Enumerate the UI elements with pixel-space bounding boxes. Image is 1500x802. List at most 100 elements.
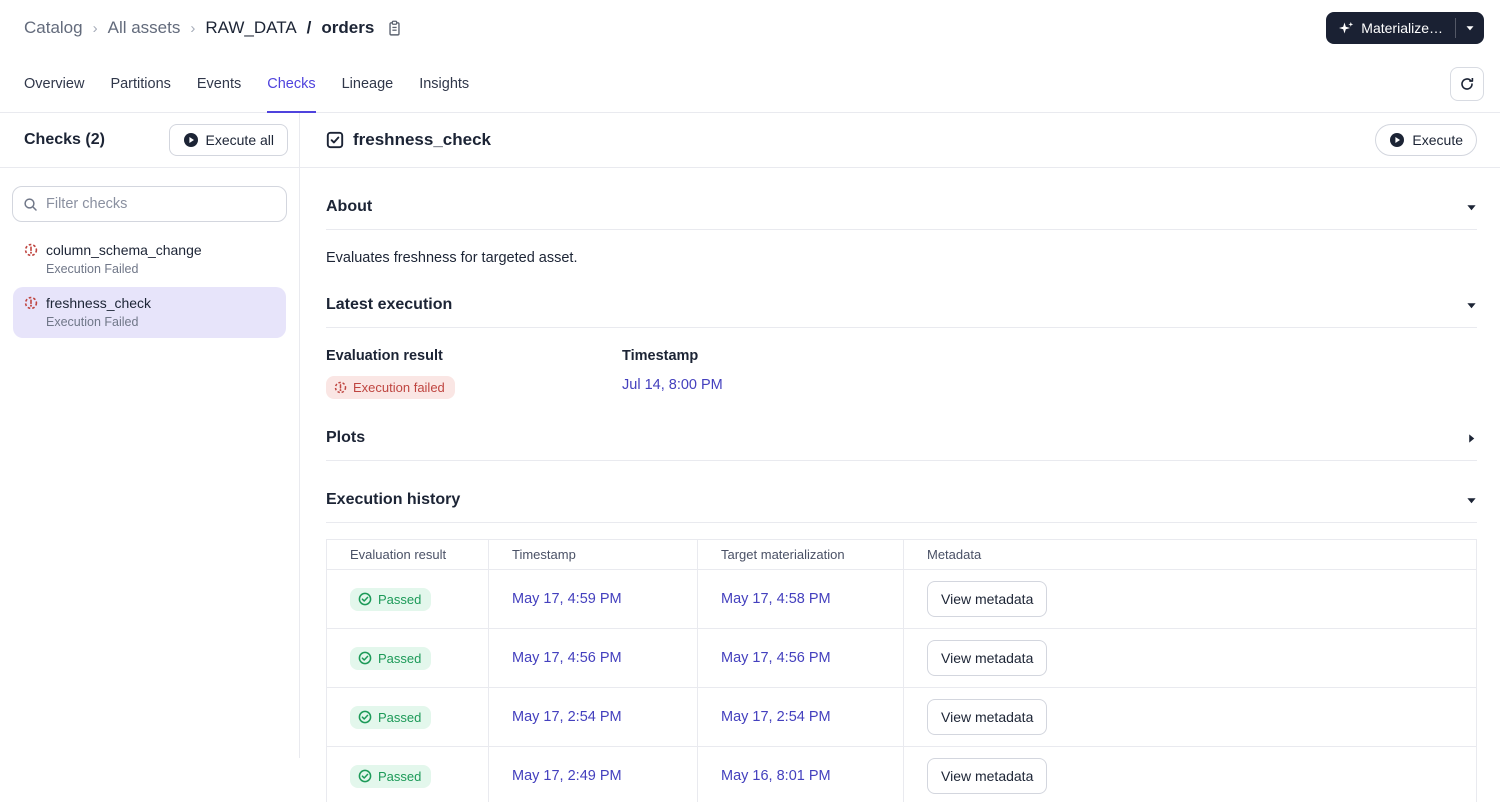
check-square-icon [326, 131, 344, 149]
latest-execution-fields: Evaluation result Execution failed Times… [326, 348, 1477, 399]
content-area: Checks (2) Execute all Filter checks col… [0, 113, 1500, 802]
check-name: freshness_check [46, 295, 152, 311]
about-description: Evaluates freshness for targeted asset. [326, 250, 578, 266]
row-timestamp-link[interactable]: May 17, 2:54 PM [512, 709, 622, 725]
tab-label: Insights [419, 76, 470, 92]
passed-badge: Passed [350, 705, 432, 729]
check-detail-header: freshness_check Execute [300, 113, 1500, 168]
refresh-icon [1459, 76, 1475, 92]
about-section-header[interactable]: About [326, 198, 1477, 230]
execution-failed-icon [24, 243, 38, 257]
tab-label: Events [196, 76, 242, 92]
execution-history-section: Execution history Evaluation result Time… [326, 491, 1477, 802]
check-circle-icon [358, 592, 372, 606]
breadcrumb: Catalog › All assets › RAW_DATA / orders [24, 18, 403, 38]
row-timestamp-link[interactable]: May 17, 4:56 PM [512, 650, 622, 666]
tab-label: Lineage [341, 76, 394, 92]
refresh-button[interactable] [1450, 67, 1484, 101]
tabs-row: Overview Partitions Events Checks Lineag… [0, 56, 1500, 113]
tab[interactable]: Checks [267, 56, 316, 113]
materialize-button-group: Materialize… [1326, 12, 1484, 44]
latest-execution-section: Latest execution Evaluation result Execu… [326, 296, 1477, 399]
view-metadata-button[interactable]: View metadata [927, 581, 1048, 617]
passed-badge-label: Passed [378, 650, 422, 666]
check-list-item[interactable]: freshness_check Execution Failed [13, 287, 286, 338]
filter-checks-input[interactable] [46, 196, 276, 212]
execution-failed-badge: Execution failed [326, 376, 455, 399]
execute-all-label: Execute all [205, 132, 274, 148]
asset-tabs: Overview Partitions Events Checks Lineag… [24, 56, 469, 113]
column-header-timestamp: Timestamp [488, 539, 698, 570]
view-metadata-label: View metadata [941, 591, 1034, 607]
sidebar-header: Checks (2) Execute all [0, 113, 299, 168]
latest-execution-title: Latest execution [326, 296, 453, 313]
row-target-materialization-link[interactable]: May 16, 8:01 PM [721, 768, 831, 784]
timestamp-label: Timestamp [622, 348, 699, 364]
tab[interactable]: Lineage [342, 56, 394, 112]
evaluation-result-label: Evaluation result [326, 348, 443, 364]
checks-sidebar: Checks (2) Execute all Filter checks col… [0, 113, 300, 758]
column-header-target-materialization: Target materialization [697, 539, 904, 570]
check-circle-icon [358, 769, 372, 783]
check-detail-body: About Evaluates freshness for targeted a… [300, 198, 1500, 802]
view-metadata-label: View metadata [941, 650, 1034, 666]
execution-failed-icon [334, 381, 347, 394]
passed-badge-label: Passed [378, 768, 422, 784]
latest-execution-header[interactable]: Latest execution [326, 296, 1477, 328]
play-circle-icon [1389, 132, 1405, 148]
chevron-down-icon[interactable] [1466, 300, 1477, 311]
chevron-down-icon[interactable] [1466, 495, 1477, 506]
latest-timestamp-link[interactable]: Jul 14, 8:00 PM [622, 377, 723, 393]
execution-history-table: Evaluation result Timestamp Target mater… [326, 539, 1477, 802]
tab[interactable]: Partitions [110, 56, 170, 112]
about-section: About Evaluates freshness for targeted a… [326, 198, 1477, 266]
execution-failed-icon [24, 296, 38, 310]
execution-failed-badge-label: Execution failed [353, 380, 445, 395]
copy-asset-name-button[interactable] [386, 20, 403, 37]
materialize-label: Materialize… [1361, 20, 1443, 36]
chevron-down-icon[interactable] [1466, 202, 1477, 213]
tab[interactable]: Insights [419, 56, 469, 112]
materialize-button[interactable]: Materialize… [1326, 12, 1455, 44]
row-timestamp-link[interactable]: May 17, 4:59 PM [512, 591, 622, 607]
passed-badge: Passed [350, 764, 432, 788]
tab[interactable]: Overview [24, 56, 84, 112]
view-metadata-label: View metadata [941, 768, 1034, 784]
row-target-materialization-link[interactable]: May 17, 4:58 PM [721, 591, 831, 607]
check-name: column_schema_change [46, 242, 202, 258]
breadcrumb-all-assets-link[interactable]: All assets [108, 18, 181, 38]
breadcrumb-path-separator: / [306, 18, 312, 37]
breadcrumb-chevron-icon: › [92, 19, 98, 37]
table-row: Passed May 17, 4:59 PM May 17, 4:58 PM V… [326, 569, 1477, 629]
view-metadata-button[interactable]: View metadata [927, 640, 1048, 676]
passed-badge: Passed [350, 646, 432, 670]
row-target-materialization-link[interactable]: May 17, 2:54 PM [721, 709, 831, 725]
execution-history-header[interactable]: Execution history [326, 491, 1477, 523]
table-body: Passed May 17, 4:59 PM May 17, 4:58 PM V… [326, 569, 1477, 802]
search-icon [23, 197, 38, 212]
execute-all-button[interactable]: Execute all [168, 124, 288, 156]
row-target-materialization-link[interactable]: May 17, 4:56 PM [721, 650, 831, 666]
chevron-right-icon[interactable] [1466, 433, 1477, 444]
view-metadata-button[interactable]: View metadata [927, 699, 1048, 735]
row-timestamp-link[interactable]: May 17, 2:49 PM [512, 768, 622, 784]
tab[interactable]: Events [197, 56, 241, 112]
breadcrumb-chevron-icon: › [190, 19, 196, 37]
check-status: Execution Failed [46, 262, 139, 276]
plots-section-header[interactable]: Plots [326, 429, 1477, 461]
passed-badge: Passed [350, 587, 432, 611]
check-list-item[interactable]: column_schema_change Execution Failed [13, 234, 286, 285]
execute-button[interactable]: Execute [1375, 124, 1477, 156]
breadcrumb-asset-name: orders [321, 18, 375, 37]
materialize-dropdown-button[interactable] [1456, 12, 1484, 44]
breadcrumb-asset-group[interactable]: RAW_DATA [205, 18, 296, 38]
checks-count-title: Checks (2) [24, 131, 105, 148]
breadcrumb-catalog-link[interactable]: Catalog [24, 18, 83, 38]
top-header: Catalog › All assets › RAW_DATA / orders… [0, 0, 1500, 56]
check-detail-title: freshness_check [353, 130, 491, 149]
passed-badge-label: Passed [378, 709, 422, 725]
view-metadata-button[interactable]: View metadata [927, 758, 1048, 794]
check-detail-pane: freshness_check Execute About Evaluates … [300, 113, 1500, 802]
tab-label: Partitions [110, 76, 171, 92]
table-row: Passed May 17, 2:49 PM May 16, 8:01 PM V… [326, 746, 1477, 802]
